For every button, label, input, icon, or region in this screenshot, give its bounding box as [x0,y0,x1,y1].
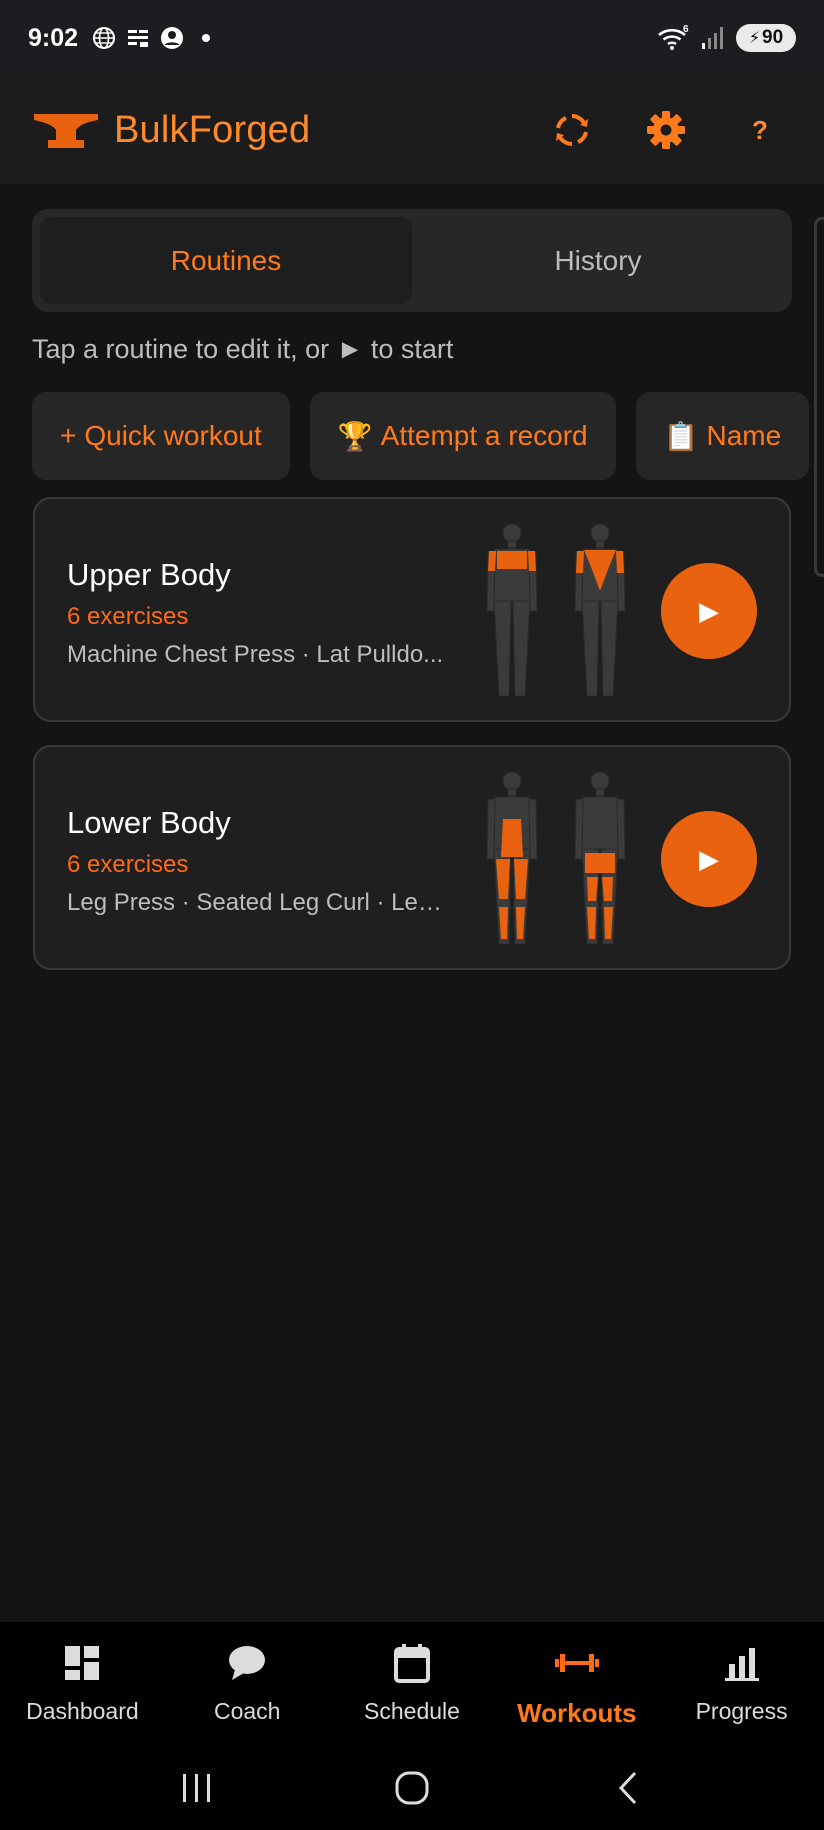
status-time: 9:02 [28,23,79,52]
gear-icon [647,111,685,149]
start-routine-button[interactable]: ▶ [661,811,757,907]
dot-icon [202,34,211,42]
plus-icon: + [60,420,77,451]
battery-level: 90 [762,27,784,48]
signal-icon [702,27,723,49]
status-bar: 9:02 6 ⚡ 90 [0,0,824,76]
start-routine-button[interactable]: ▶ [661,563,757,659]
chip-label: Quick workout [84,420,262,451]
charging-bolt-icon: ⚡ [748,30,761,47]
help-button[interactable]: ? [728,98,792,162]
routine-exercise-count: 6 exercises [67,851,189,878]
account-circle-icon [161,27,184,49]
sync-icon [556,114,588,146]
calendar-icon [393,1642,430,1684]
routine-exercise-list: Leg Press · Seated Leg Curl · Leg ... [67,889,447,916]
bottom-navigation: Dashboard Coach Schedule Workouts Progre… [0,1622,824,1746]
home-icon [395,1771,429,1805]
routine-title: Lower Body [67,805,231,840]
status-icons-left [92,26,218,50]
muscle-map-back-icon [574,771,626,945]
globe-icon [93,27,116,49]
recents-button[interactable] [157,1758,237,1818]
chat-bubble-icon [227,1642,267,1684]
recents-icon [183,1774,211,1802]
nav-label: Progress [695,1698,788,1724]
clipboard-icon: 📋 [663,420,699,452]
nav-label: Dashboard [26,1698,139,1724]
muscle-map-back-icon [574,523,626,697]
sync-button[interactable] [540,98,604,162]
nav-label: Coach [213,1698,281,1724]
back-icon [618,1771,636,1805]
routines-hint: Tap a routine to edit it, or ► to start [32,334,454,364]
status-right: 6 ⚡ 90 [656,24,796,52]
nav-progress[interactable]: Progress [659,1622,824,1746]
app-actions: ? [510,98,792,162]
dumbbell-icon [554,1642,599,1684]
routine-card-upper-body[interactable]: Upper Body 6 exercises Machine Chest Pre… [33,497,791,722]
dashboard-icon [63,1642,101,1684]
news-icon [128,30,149,47]
named-workout-chip[interactable]: 📋 Name [635,392,810,480]
wifi-badge: 6 [683,24,689,35]
trophy-icon: 🏆 [337,420,373,452]
routine-exercise-list: Machine Chest Press · Lat Pulldo... [67,641,444,668]
battery-indicator: ⚡ 90 [736,24,796,52]
nav-dashboard[interactable]: Dashboard [0,1622,165,1746]
routines-history-tabs: Routines History [32,209,792,312]
attempt-record-chip[interactable]: 🏆 Attempt a record [309,392,616,480]
system-navigation-bar [0,1746,824,1830]
tab-history[interactable]: History [412,217,784,304]
routine-card-lower-body[interactable]: Lower Body 6 exercises Leg Press · Seate… [33,745,791,970]
wifi-icon: 6 [658,24,689,50]
chip-label: Name [706,420,782,451]
tab-routines[interactable]: Routines [40,217,412,304]
routine-title: Upper Body [67,557,231,592]
routine-exercise-count: 6 exercises [67,603,189,630]
help-icon: ? [752,114,768,145]
anvil-logo-icon [34,114,98,148]
nav-schedule[interactable]: Schedule [330,1622,495,1746]
app-bar: BulkForged ? [0,76,824,184]
nav-coach[interactable]: Coach [165,1622,330,1746]
muscle-map-front-icon [486,523,538,697]
bar-chart-icon [723,1642,761,1684]
back-button[interactable] [587,1758,667,1818]
app-title: BulkForged [114,108,311,151]
nav-label: Workouts [517,1698,637,1728]
nav-workouts[interactable]: Workouts [494,1622,659,1746]
home-button[interactable] [372,1758,452,1818]
quick-actions-row: + Quick workout 🏆 Attempt a record 📋 Nam… [32,392,824,480]
muscle-map-front-icon [486,771,538,945]
nav-label: Schedule [364,1698,460,1724]
settings-button[interactable] [634,98,698,162]
quick-workout-chip[interactable]: + Quick workout [32,392,290,480]
chip-label: Attempt a record [380,420,588,451]
